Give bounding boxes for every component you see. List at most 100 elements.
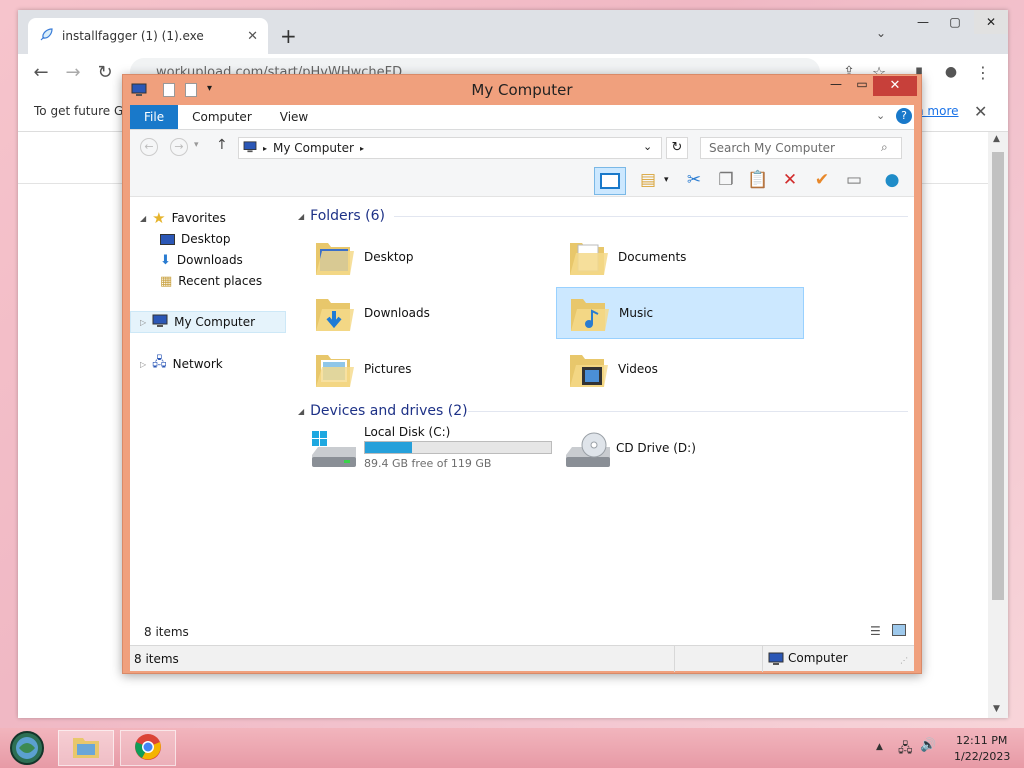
drive-local-disk[interactable]: Local Disk (C:) 89.4 GB free of 119 GB	[302, 425, 552, 479]
dropdown-icon[interactable]: ▾	[664, 175, 669, 185]
help-icon[interactable]: ?	[896, 108, 912, 124]
forward-icon[interactable]: →	[58, 57, 88, 87]
nav-favorites[interactable]: ◢ ★ Favorites	[140, 207, 226, 229]
back-icon[interactable]: ←	[140, 138, 158, 156]
nav-network-label: Network	[172, 357, 223, 371]
delete-icon[interactable]: ✕	[776, 167, 804, 193]
folder-label: Music	[619, 306, 654, 320]
clock-time[interactable]: 12:11 PM	[956, 734, 1007, 747]
show-hidden-icons[interactable]: ▲	[876, 742, 883, 752]
expand-arrow-icon[interactable]: ▷	[140, 318, 146, 327]
navigation-bar: ← → ▾ ↑ ▸ My Computer ▸ ⌄ ↻ Search My Co…	[130, 129, 914, 163]
up-icon[interactable]: ↑	[216, 137, 228, 153]
nav-recent-places[interactable]: ▦ Recent places	[160, 270, 262, 292]
drive-usage-bar	[364, 441, 552, 454]
refresh-icon[interactable]: ↻	[666, 137, 688, 159]
recent-locations-icon[interactable]: ▾	[194, 140, 199, 150]
content-pane: ◢ Folders (6) Desktop Documents Download…	[298, 197, 914, 643]
rocket-icon	[38, 27, 54, 46]
breadcrumb-arrow-icon[interactable]: ▸	[263, 144, 267, 153]
folder-pictures[interactable]: Pictures	[302, 343, 550, 395]
preview-pane-icon[interactable]	[594, 167, 626, 195]
folder-label: Documents	[618, 250, 687, 264]
navigation-pane: ◢ ★ Favorites Desktop ⬇ Downloads ▦ Rece…	[130, 197, 290, 643]
copy-icon[interactable]: ❐	[712, 167, 740, 193]
nav-desktop[interactable]: Desktop	[160, 228, 231, 250]
scroll-down-icon[interactable]: ▼	[993, 704, 1000, 714]
minimize-icon[interactable]: —	[823, 77, 849, 97]
recent-places-icon: ▦	[160, 273, 173, 289]
chrome-taskbar-button[interactable]	[120, 730, 176, 766]
explorer-titlebar: ▾ My Computer — ▭ ✕	[123, 75, 921, 105]
new-tab-button[interactable]: +	[280, 24, 297, 48]
search-icon[interactable]: ⌕	[881, 140, 888, 155]
profile-icon[interactable]: ●	[936, 57, 966, 87]
minimize-icon[interactable]: —	[906, 10, 940, 34]
tab-file[interactable]: File	[130, 105, 179, 129]
close-icon[interactable]: ✕	[974, 10, 1008, 34]
search-placeholder: Search My Computer	[709, 141, 835, 155]
expand-arrow-icon[interactable]: ▷	[140, 360, 146, 369]
volume-icon[interactable]: 🔊	[920, 738, 936, 753]
drives-group-header[interactable]: ◢ Devices and drives (2)	[298, 401, 468, 421]
scrollbar[interactable]: ▲ ▼	[988, 132, 1008, 718]
tab-title: installfagger (1) (1).exe	[62, 29, 204, 43]
rename-icon[interactable]: ▭	[840, 167, 868, 193]
network-tray-icon[interactable]: 🖧	[898, 739, 913, 761]
address-dropdown-icon[interactable]: ⌄	[643, 140, 652, 153]
drive-name: CD Drive (D:)	[616, 441, 696, 455]
expand-arrow-icon[interactable]: ◢	[140, 214, 146, 223]
cd-drive-icon	[564, 431, 612, 474]
status-location: Computer	[788, 651, 848, 665]
file-explorer-taskbar-button[interactable]	[58, 730, 114, 766]
reload-icon[interactable]: ↻	[90, 57, 120, 87]
folder-music[interactable]: Music	[556, 287, 804, 339]
chevron-down-icon[interactable]: ⌄	[876, 26, 886, 40]
folder-documents[interactable]: Documents	[556, 231, 804, 283]
clock-date[interactable]: 1/22/2023	[954, 750, 1010, 763]
globe-icon[interactable]: ●	[878, 167, 906, 193]
breadcrumb-arrow-icon[interactable]: ▸	[360, 144, 364, 153]
learn-more-link[interactable]: n more	[916, 104, 959, 118]
nav-my-computer[interactable]: ▷ My Computer	[130, 311, 286, 333]
paste-icon[interactable]: 📋	[744, 167, 772, 193]
computer-icon	[152, 314, 168, 331]
collapse-arrow-icon[interactable]: ◢	[298, 212, 304, 221]
folder-desktop[interactable]: Desktop	[302, 231, 550, 283]
status-items: 8 items	[134, 651, 179, 666]
cut-icon[interactable]: ✂	[680, 167, 708, 193]
maximize-icon[interactable]: ▭	[849, 77, 875, 97]
folders-group-header[interactable]: ◢ Folders (6)	[298, 206, 385, 226]
browser-tab[interactable]: installfagger (1) (1).exe ✕	[28, 18, 268, 54]
large-icons-view-icon[interactable]	[892, 624, 906, 636]
details-view-icon[interactable]: ☰	[870, 624, 881, 638]
nav-downloads[interactable]: ⬇ Downloads	[160, 249, 243, 271]
checkmark-icon[interactable]: ✔	[808, 167, 836, 193]
tab-view[interactable]: View	[266, 105, 322, 129]
collapse-arrow-icon[interactable]: ◢	[298, 407, 304, 416]
explorer-body: ◢ ★ Favorites Desktop ⬇ Downloads ▦ Rece…	[130, 197, 914, 643]
resize-grip-icon[interactable]: ⋰	[900, 656, 908, 665]
breadcrumb[interactable]: My Computer	[273, 141, 354, 155]
folder-videos[interactable]: Videos	[556, 343, 804, 395]
tab-computer[interactable]: Computer	[178, 105, 266, 129]
drive-cd[interactable]: CD Drive (D:)	[560, 425, 780, 479]
scroll-up-icon[interactable]: ▲	[993, 134, 1000, 144]
star-icon: ★	[152, 209, 166, 227]
menu-icon[interactable]: ⋮	[968, 57, 998, 87]
forward-icon[interactable]: →	[170, 138, 188, 156]
maximize-icon[interactable]: ▢	[938, 10, 972, 34]
close-icon[interactable]: ✕	[974, 102, 987, 121]
close-icon[interactable]: ✕	[247, 29, 258, 44]
close-icon[interactable]: ✕	[873, 76, 917, 96]
search-input[interactable]: Search My Computer ⌕	[700, 137, 902, 159]
scroll-thumb[interactable]	[992, 152, 1004, 600]
chevron-down-icon[interactable]: ⌄	[876, 109, 885, 122]
nav-network[interactable]: ▷ 🖧 Network	[140, 353, 223, 375]
back-icon[interactable]: ←	[26, 57, 56, 87]
properties-folder-icon[interactable]: ▤	[634, 167, 662, 193]
address-field[interactable]: ▸ My Computer ▸ ⌄	[238, 137, 662, 159]
status-divider	[762, 646, 763, 672]
folder-downloads[interactable]: Downloads	[302, 287, 550, 339]
start-orb-icon[interactable]	[0, 730, 54, 766]
